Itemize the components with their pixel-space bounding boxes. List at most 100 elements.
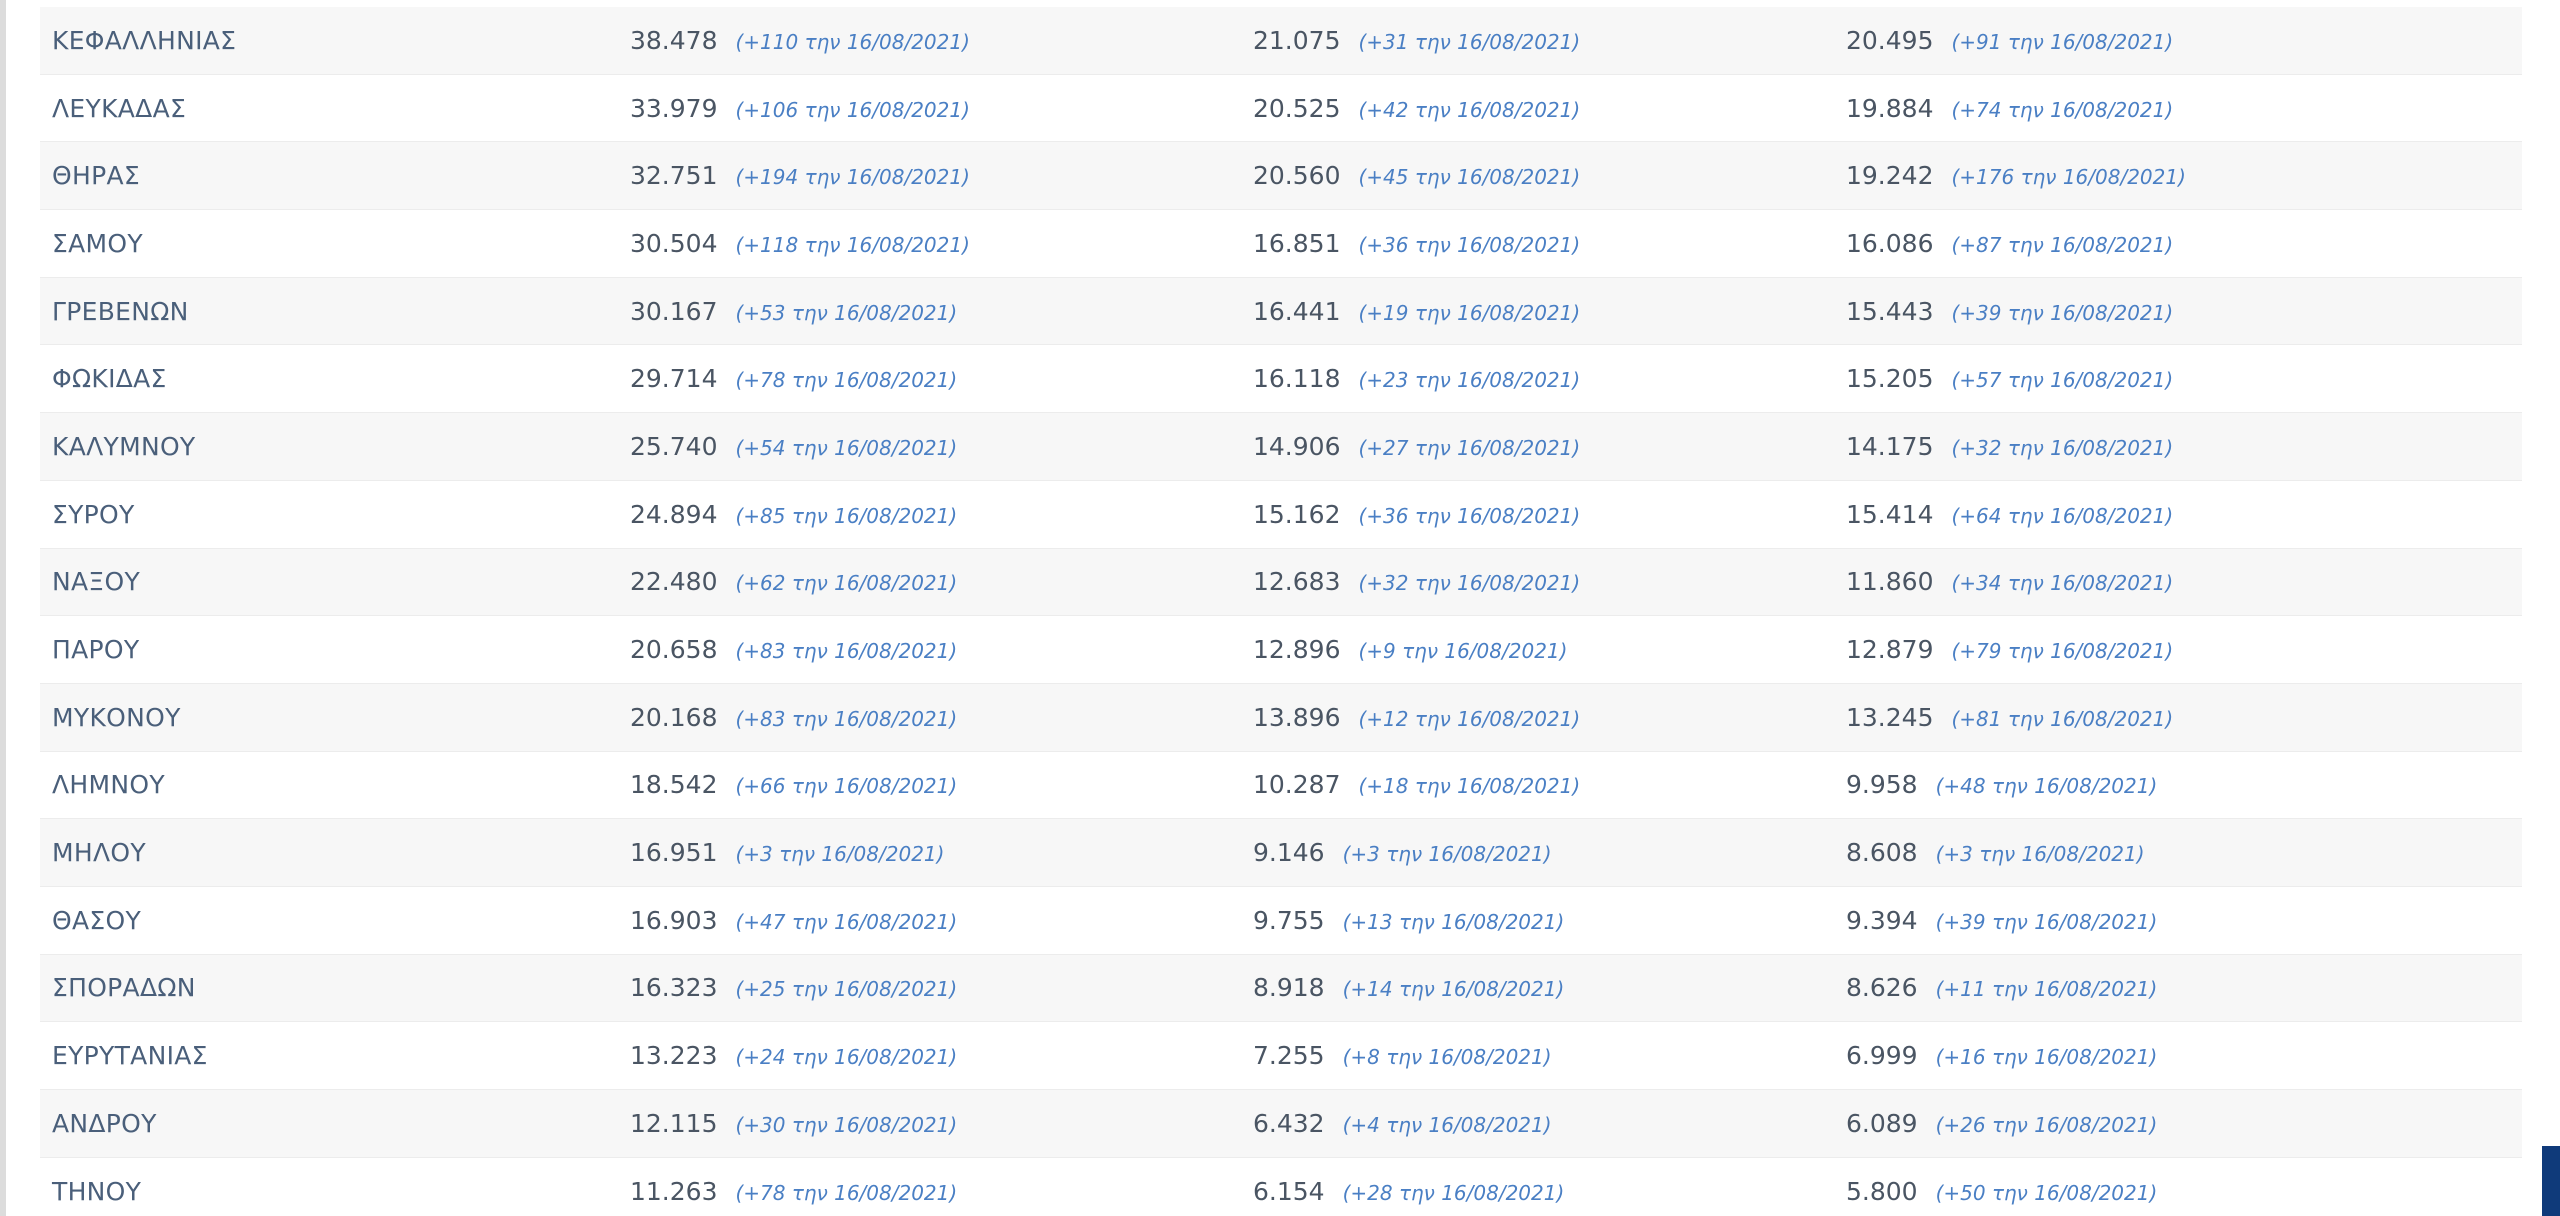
region-name: ΘΗΡΑΣ bbox=[52, 161, 140, 191]
stat-cell-1: 25.740 (+54 την 16/08/2021) bbox=[630, 432, 957, 461]
stat-cell-1: 30.504 (+118 την 16/08/2021) bbox=[630, 229, 970, 258]
stat-cell-3: 9.958 (+48 την 16/08/2021) bbox=[1846, 770, 2157, 799]
stat-daily-change: (+176 την 16/08/2021) bbox=[1951, 165, 2186, 190]
stat-cell-1: 29.714 (+78 την 16/08/2021) bbox=[630, 364, 957, 393]
table-row: ΘΑΣΟΥ 16.903 (+47 την 16/08/2021) 9.755 (+13… bbox=[40, 886, 2522, 955]
stat-value: 30.504 bbox=[630, 228, 718, 258]
stat-daily-change: (+85 την 16/08/2021) bbox=[735, 503, 958, 528]
stat-daily-change: (+13 την 16/08/2021) bbox=[1342, 909, 1565, 934]
stat-daily-change: (+9 την 16/08/2021) bbox=[1358, 639, 1568, 664]
stat-value: 12.115 bbox=[630, 1108, 718, 1138]
stat-value: 9.146 bbox=[1253, 838, 1325, 868]
stat-daily-change: (+4 την 16/08/2021) bbox=[1342, 1112, 1552, 1137]
stat-cell-2: 16.441 (+19 την 16/08/2021) bbox=[1253, 297, 1580, 326]
region-name: ΜΗΛΟΥ bbox=[52, 838, 146, 868]
region-name: ΓΡΕΒΕΝΩΝ bbox=[52, 296, 189, 326]
stat-daily-change: (+91 την 16/08/2021) bbox=[1951, 29, 2174, 54]
stat-value: 16.118 bbox=[1253, 364, 1341, 394]
stat-daily-change: (+3 την 16/08/2021) bbox=[1342, 842, 1552, 867]
stat-cell-2: 6.432 (+4 την 16/08/2021) bbox=[1253, 1109, 1552, 1138]
stat-daily-change: (+57 την 16/08/2021) bbox=[1951, 368, 2174, 393]
stat-daily-change: (+26 την 16/08/2021) bbox=[1935, 1112, 2158, 1137]
stat-value: 20.495 bbox=[1846, 25, 1934, 55]
stat-value: 16.951 bbox=[630, 838, 718, 868]
stat-cell-3: 16.086 (+87 την 16/08/2021) bbox=[1846, 229, 2173, 258]
region-name: ΑΝΔΡΟΥ bbox=[52, 1108, 157, 1138]
stat-cell-3: 6.999 (+16 την 16/08/2021) bbox=[1846, 1041, 2157, 1070]
region-name: ΤΗΝΟΥ bbox=[52, 1176, 142, 1206]
stat-daily-change: (+14 την 16/08/2021) bbox=[1342, 977, 1565, 1002]
stat-value: 16.903 bbox=[630, 905, 718, 935]
stat-value: 16.851 bbox=[1253, 228, 1341, 258]
stat-cell-3: 12.879 (+79 την 16/08/2021) bbox=[1846, 635, 2173, 664]
stat-value: 6.999 bbox=[1846, 1041, 1918, 1071]
table-row: ΣΠΟΡΑΔΩΝ 16.323 (+25 την 16/08/2021) 8.918 (… bbox=[40, 954, 2522, 1023]
stat-cell-2: 20.525 (+42 την 16/08/2021) bbox=[1253, 94, 1580, 123]
stat-value: 20.560 bbox=[1253, 161, 1341, 191]
table-row: ΚΑΛΥΜΝΟΥ 25.740 (+54 την 16/08/2021) 14.906… bbox=[40, 413, 2522, 481]
table-row: ΤΗΝΟΥ 11.263 (+78 την 16/08/2021) 6.154 (+28… bbox=[40, 1157, 2522, 1216]
stat-daily-change: (+47 την 16/08/2021) bbox=[735, 909, 958, 934]
region-name: ΕΥΡΥΤΑΝΙΑΣ bbox=[52, 1041, 208, 1071]
stat-cell-2: 21.075 (+31 την 16/08/2021) bbox=[1253, 26, 1580, 55]
table-row: ΓΡΕΒΕΝΩΝ 30.167 (+53 την 16/08/2021) 16.441… bbox=[40, 277, 2522, 346]
stat-cell-3: 19.242 (+176 την 16/08/2021) bbox=[1846, 161, 2186, 190]
stat-daily-change: (+18 την 16/08/2021) bbox=[1358, 774, 1581, 799]
stat-daily-change: (+66 την 16/08/2021) bbox=[735, 774, 958, 799]
stat-daily-change: (+78 την 16/08/2021) bbox=[735, 368, 958, 393]
stat-value: 7.255 bbox=[1253, 1041, 1325, 1071]
stat-value: 16.441 bbox=[1253, 296, 1341, 326]
stat-cell-2: 9.755 (+13 την 16/08/2021) bbox=[1253, 906, 1564, 935]
stat-daily-change: (+62 την 16/08/2021) bbox=[735, 571, 958, 596]
region-name: ΛΗΜΝΟΥ bbox=[52, 770, 165, 800]
stat-value: 13.223 bbox=[630, 1041, 718, 1071]
region-name: ΜΥΚΟΝΟΥ bbox=[52, 702, 181, 732]
stat-value: 9.755 bbox=[1253, 905, 1325, 935]
stat-daily-change: (+32 την 16/08/2021) bbox=[1951, 435, 2174, 460]
stat-value: 6.089 bbox=[1846, 1108, 1918, 1138]
stat-value: 21.075 bbox=[1253, 25, 1341, 55]
stat-daily-change: (+39 την 16/08/2021) bbox=[1935, 909, 2158, 934]
stat-value: 12.683 bbox=[1253, 567, 1341, 597]
stat-daily-change: (+118 την 16/08/2021) bbox=[735, 232, 970, 257]
stat-value: 6.432 bbox=[1253, 1108, 1325, 1138]
region-name: ΚΑΛΥΜΝΟΥ bbox=[52, 431, 196, 461]
region-name: ΛΕΥΚΑΔΑΣ bbox=[52, 93, 187, 123]
stat-daily-change: (+81 την 16/08/2021) bbox=[1951, 706, 2174, 731]
stat-daily-change: (+48 την 16/08/2021) bbox=[1935, 774, 2158, 799]
stat-cell-2: 16.851 (+36 την 16/08/2021) bbox=[1253, 229, 1580, 258]
region-name: ΚΕΦΑΛΛΗΝΙΑΣ bbox=[52, 25, 237, 55]
stat-daily-change: (+3 την 16/08/2021) bbox=[735, 842, 945, 867]
stat-cell-3: 6.089 (+26 την 16/08/2021) bbox=[1846, 1109, 2157, 1138]
stat-value: 16.086 bbox=[1846, 228, 1934, 258]
scroll-to-top-button[interactable] bbox=[2542, 1146, 2560, 1216]
table-row: ΑΝΔΡΟΥ 12.115 (+30 την 16/08/2021) 6.432 (+4… bbox=[40, 1090, 2522, 1158]
stat-cell-3: 15.205 (+57 την 16/08/2021) bbox=[1846, 364, 2173, 393]
stat-value: 20.658 bbox=[630, 635, 718, 665]
stat-cell-1: 24.894 (+85 την 16/08/2021) bbox=[630, 500, 957, 529]
stat-value: 15.414 bbox=[1846, 499, 1934, 529]
stat-value: 8.608 bbox=[1846, 838, 1918, 868]
stat-daily-change: (+42 την 16/08/2021) bbox=[1358, 97, 1581, 122]
stat-value: 32.751 bbox=[630, 161, 718, 191]
table-row: ΛΕΥΚΑΔΑΣ 33.979 (+106 την 16/08/2021) 20.52… bbox=[40, 74, 2522, 143]
stat-value: 8.626 bbox=[1846, 973, 1918, 1003]
stat-daily-change: (+39 την 16/08/2021) bbox=[1951, 300, 2174, 325]
stat-value: 33.979 bbox=[630, 93, 718, 123]
stat-value: 12.896 bbox=[1253, 635, 1341, 665]
stat-cell-3: 15.414 (+64 την 16/08/2021) bbox=[1846, 500, 2173, 529]
stat-cell-1: 38.478 (+110 την 16/08/2021) bbox=[630, 26, 970, 55]
stat-daily-change: (+79 την 16/08/2021) bbox=[1951, 639, 2174, 664]
stat-value: 18.542 bbox=[630, 770, 718, 800]
stat-value: 9.958 bbox=[1846, 770, 1918, 800]
stat-daily-change: (+23 την 16/08/2021) bbox=[1358, 368, 1581, 393]
stat-daily-change: (+24 την 16/08/2021) bbox=[735, 1045, 958, 1070]
stat-daily-change: (+87 την 16/08/2021) bbox=[1951, 232, 2174, 257]
stat-daily-change: (+27 την 16/08/2021) bbox=[1358, 435, 1581, 460]
stat-daily-change: (+110 την 16/08/2021) bbox=[735, 29, 970, 54]
stat-value: 30.167 bbox=[630, 296, 718, 326]
stat-value: 20.168 bbox=[630, 702, 718, 732]
region-name: ΣΠΟΡΑΔΩΝ bbox=[52, 973, 196, 1003]
table-row: ΛΗΜΝΟΥ 18.542 (+66 την 16/08/2021) 10.287 (+… bbox=[40, 751, 2522, 820]
stat-daily-change: (+53 την 16/08/2021) bbox=[735, 300, 958, 325]
